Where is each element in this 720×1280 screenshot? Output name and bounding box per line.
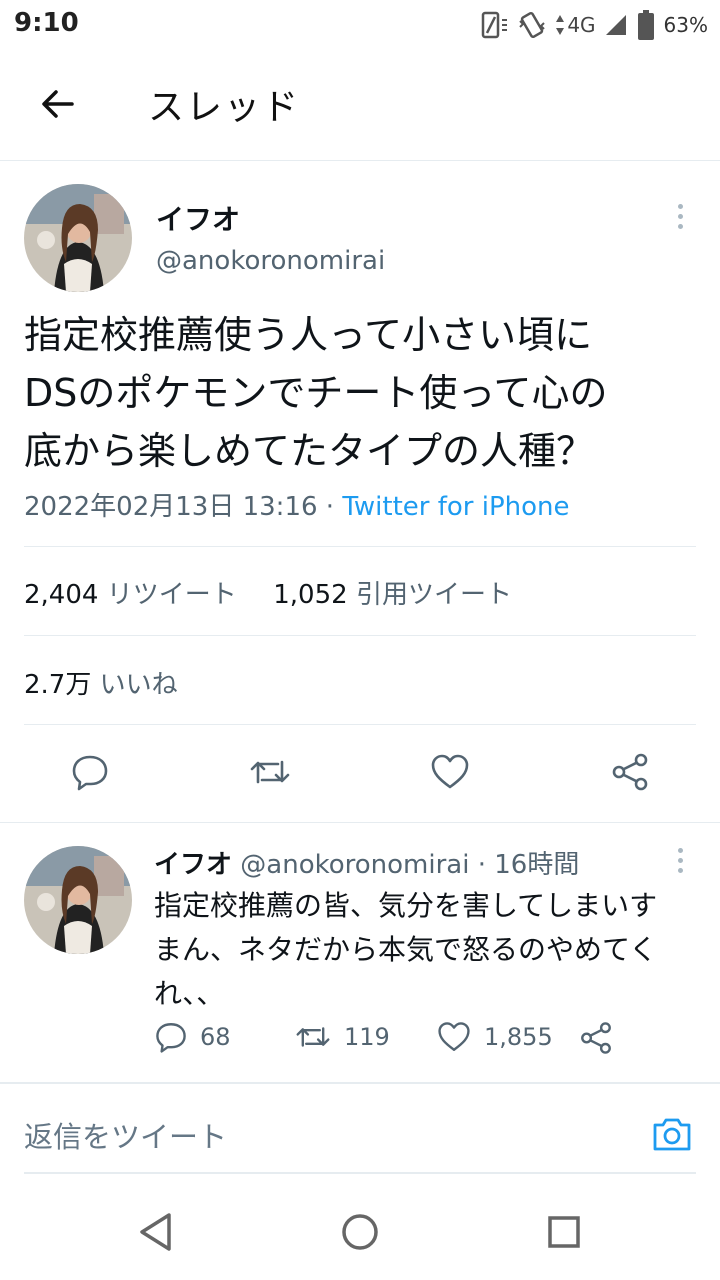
like-count[interactable]: 2.7万: [24, 670, 91, 700]
tweet-text-line: 底から楽しめてたタイプの人種？: [24, 429, 595, 473]
quote-count[interactable]: 1,052: [273, 580, 347, 610]
retweet-button[interactable]: [242, 744, 298, 800]
more-options-icon[interactable]: [670, 196, 690, 236]
vibrate-icon: [517, 10, 547, 40]
reply-text: 指定校推薦の皆、気分を害してしまいす まん、ネタだから本気で怒るのやめてく れ、…: [154, 884, 704, 1016]
reply-compose-input[interactable]: 返信をツイート: [24, 1114, 227, 1156]
divider: [24, 546, 696, 547]
avatar[interactable]: [24, 184, 132, 292]
share-icon: [581, 1022, 611, 1054]
reply-author-name[interactable]: イフオ: [154, 850, 232, 880]
reply-icon: [156, 1023, 186, 1053]
reply-like-count: 1,855: [484, 1023, 553, 1051]
tweet-text-line: DSのポケモンでチート使って心の: [24, 371, 608, 415]
status-icons: 4G 63%: [479, 8, 708, 42]
heart-icon: [438, 1022, 470, 1051]
battery-percent: 63%: [663, 13, 708, 37]
divider: [24, 724, 696, 725]
retweet-count[interactable]: 2,404: [24, 580, 98, 610]
network-type-icon: 4G: [555, 13, 596, 37]
reply-retweet-count: 119: [344, 1023, 390, 1051]
reply-more-options-icon[interactable]: [670, 840, 690, 880]
reply-text-line: まん、ネタだから本気で怒るのやめてく: [154, 933, 658, 966]
share-button[interactable]: [602, 744, 658, 800]
circle-home-icon: [342, 1214, 378, 1250]
like-stats: 2.7万 いいね: [24, 664, 178, 701]
like-button[interactable]: [422, 744, 478, 800]
reply-like-button[interactable]: 1,855: [436, 1020, 553, 1054]
retweet-stats: 2,404 リツイート 1,052 引用ツイート: [24, 574, 512, 611]
tweet-text-line: 指定校推薦使う人って小さい頃に: [24, 313, 593, 357]
nav-home-button[interactable]: [330, 1202, 390, 1262]
tweet-date: 2022年02月13日 13:16: [24, 492, 318, 522]
meta-separator: ·: [325, 492, 335, 522]
quote-label[interactable]: 引用ツイート: [356, 580, 512, 610]
section-divider: [0, 822, 720, 823]
reply-reply-count: 68: [200, 1023, 231, 1051]
retweet-icon: [296, 1027, 330, 1047]
retweet-label[interactable]: リツイート: [107, 580, 237, 610]
author-name[interactable]: イフオ: [156, 198, 240, 238]
square-recents-icon: [548, 1216, 580, 1248]
reply-icon: [72, 755, 108, 791]
reply-text-line: れ、、: [154, 977, 225, 1010]
reply-button[interactable]: [62, 744, 118, 800]
author-handle[interactable]: @anokoronomirai: [156, 246, 385, 276]
camera-icon: [653, 1118, 691, 1151]
battery-icon: [636, 9, 656, 41]
heart-icon: [431, 754, 469, 789]
reply-reply-button[interactable]: 68: [154, 1020, 231, 1054]
compose-bottom-divider: [24, 1172, 696, 1174]
tweet-source-link[interactable]: Twitter for iPhone: [342, 492, 569, 522]
reply-share-button[interactable]: [578, 1020, 614, 1056]
status-time: 9:10: [14, 8, 79, 38]
nav-recents-button[interactable]: [534, 1202, 594, 1262]
triangle-back-icon: [140, 1213, 171, 1251]
top-bar: [0, 48, 720, 161]
retweet-icon: [250, 760, 290, 784]
compose-divider: [0, 1082, 720, 1084]
back-button[interactable]: [30, 76, 86, 132]
reply-avatar[interactable]: [24, 846, 132, 954]
arrow-left-icon: [42, 90, 74, 118]
tweet-text: 指定校推薦使う人って小さい頃に DSのポケモンでチート使って心の 底から楽しめて…: [24, 306, 704, 480]
page-title: スレッド: [148, 87, 301, 128]
reply-retweet-button[interactable]: 119: [294, 1020, 390, 1054]
signal-icon: [604, 13, 628, 37]
like-label[interactable]: いいね: [100, 670, 178, 700]
tweet-meta: 2022年02月13日 13:16 · Twitter for iPhone: [24, 486, 570, 523]
screen-rotate-icon: [479, 10, 509, 40]
reply-time: · 16時間: [477, 850, 580, 880]
divider: [24, 635, 696, 636]
reply-text-line: 指定校推薦の皆、気分を害してしまいす: [154, 889, 658, 922]
reply-author-handle[interactable]: @anokoronomirai: [240, 850, 469, 880]
network-label: 4G: [567, 13, 596, 37]
nav-back-button[interactable]: [126, 1202, 186, 1262]
camera-button[interactable]: [650, 1112, 694, 1156]
reply-header: イフオ @anokoronomirai · 16時間: [154, 844, 579, 881]
share-icon: [612, 753, 648, 791]
